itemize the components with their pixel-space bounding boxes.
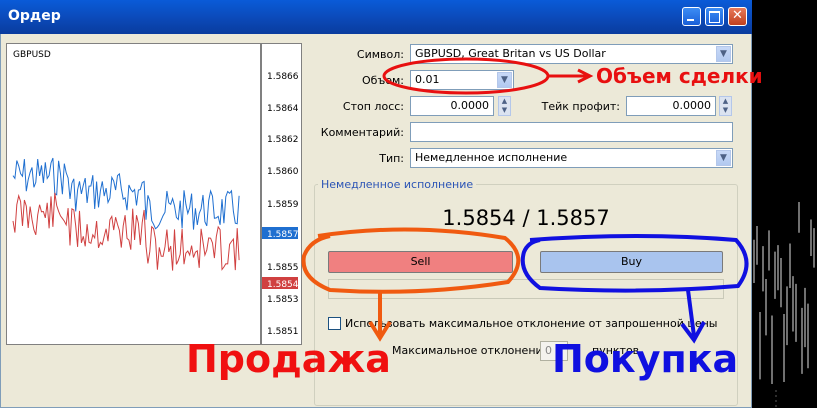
volume-annotation: Объем сделки [596, 64, 763, 88]
volume-arrow-icon [548, 68, 594, 84]
sell-highlight-circle [301, 227, 521, 294]
sell-arrow-icon [368, 292, 392, 342]
volume-highlight-circle [382, 57, 550, 95]
buy-highlight-circle [520, 234, 749, 293]
buy-annotation: Покупка [552, 337, 739, 381]
buy-arrow-icon [680, 289, 706, 344]
sell-annotation: Продажа [186, 337, 391, 381]
